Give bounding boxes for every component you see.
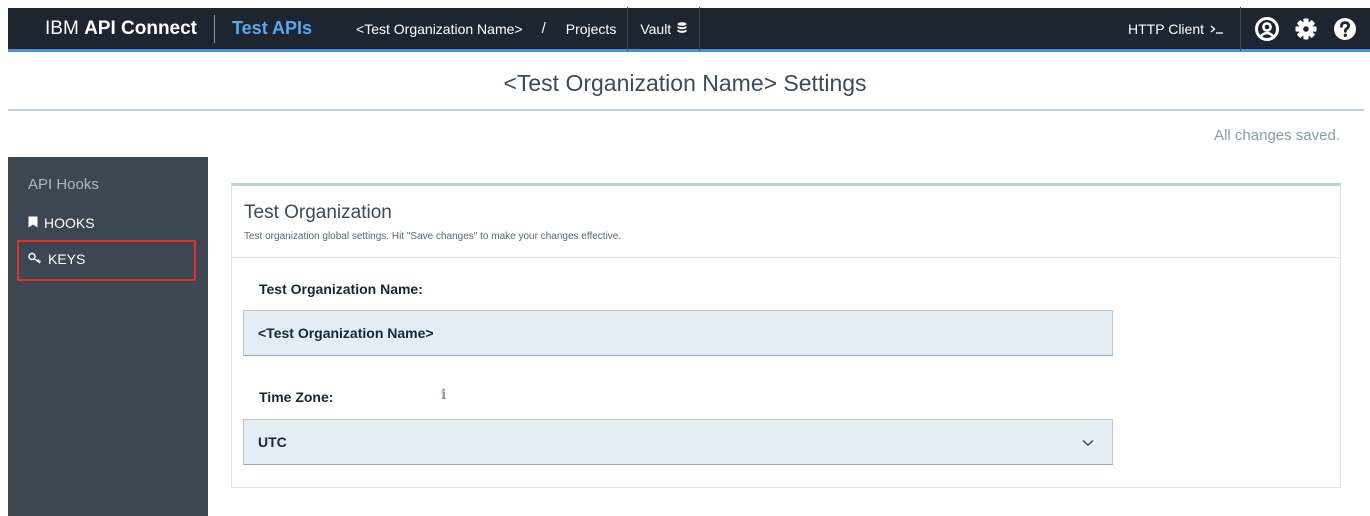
card-header: Test Organization Test organization glob… bbox=[232, 186, 1340, 258]
database-icon bbox=[677, 21, 687, 37]
sidebar-item-hooks[interactable]: HOOKS bbox=[28, 215, 95, 231]
vault-button[interactable]: Vault bbox=[628, 21, 699, 37]
org-name-label: Test Organization Name: bbox=[259, 281, 423, 297]
top-navigation-bar: IBM API Connect Test APIs <Test Organiza… bbox=[8, 6, 1370, 52]
breadcrumb-projects[interactable]: Projects bbox=[566, 21, 617, 37]
settings-card: Test Organization Test organization glob… bbox=[231, 183, 1341, 488]
brand-prefix: IBM bbox=[45, 17, 79, 39]
chevron-down-icon bbox=[1082, 434, 1094, 450]
breadcrumb-separator: / bbox=[541, 20, 546, 37]
nav-divider bbox=[1240, 6, 1241, 51]
sidebar-item-label: HOOKS bbox=[44, 215, 95, 231]
org-name-input[interactable]: <Test Organization Name> bbox=[243, 310, 1113, 356]
info-icon[interactable]: i bbox=[441, 387, 446, 403]
sidebar-heading: API Hooks bbox=[28, 176, 99, 193]
http-client-label: HTTP Client bbox=[1128, 20, 1204, 37]
timezone-select[interactable]: UTC bbox=[243, 419, 1113, 465]
breadcrumb-organization[interactable]: <Test Organization Name> bbox=[356, 21, 523, 37]
brand-divider bbox=[214, 14, 216, 43]
timezone-value: UTC bbox=[258, 434, 287, 450]
page-title: <Test Organization Name> Settings bbox=[503, 70, 867, 96]
terminal-icon bbox=[1210, 21, 1224, 37]
gear-icon[interactable] bbox=[1286, 7, 1325, 51]
http-client-button[interactable]: HTTP Client bbox=[1112, 21, 1240, 37]
brand-logo[interactable]: IBM API Connect bbox=[8, 18, 197, 40]
key-icon bbox=[28, 251, 42, 267]
vault-label: Vault bbox=[640, 20, 672, 37]
sidebar: API Hooks HOOKS KEYS bbox=[8, 157, 208, 516]
product-name[interactable]: Test APIs bbox=[232, 18, 312, 39]
help-icon[interactable] bbox=[1325, 7, 1364, 51]
nav-divider bbox=[699, 6, 701, 51]
sidebar-item-keys[interactable]: KEYS bbox=[28, 251, 85, 267]
sidebar-item-label: KEYS bbox=[48, 251, 86, 267]
card-subtitle: Test organization global settings. Hit "… bbox=[244, 231, 622, 242]
title-divider bbox=[8, 109, 1364, 111]
timezone-label: Time Zone: bbox=[259, 389, 334, 405]
bookmark-icon bbox=[28, 215, 38, 231]
card-title: Test Organization bbox=[244, 202, 392, 223]
user-icon[interactable] bbox=[1247, 7, 1286, 51]
save-status: All changes saved. bbox=[1214, 127, 1340, 144]
brand-name: API Connect bbox=[84, 17, 198, 39]
